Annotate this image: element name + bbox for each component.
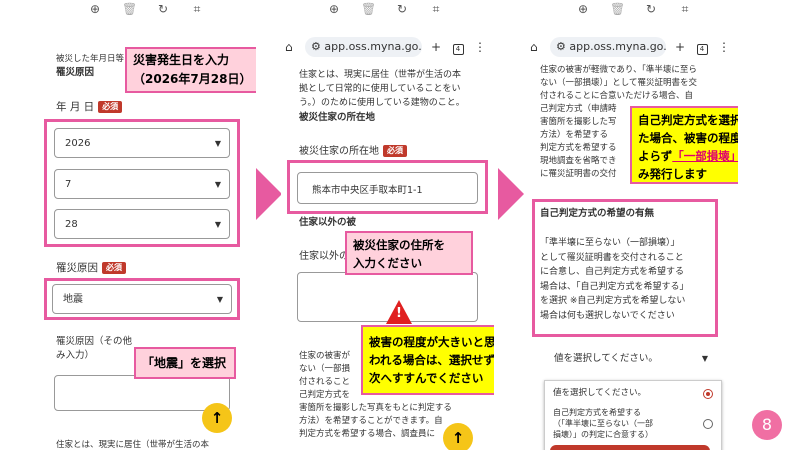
callout-date-line1: 災害発生日を入力 xyxy=(133,53,230,67)
home-icon[interactable]: ⌂ xyxy=(285,40,301,54)
callout-self-assessment-note: 自己判定方式を選択し た場合、被害の程度に よらず「一部損壊」での み発行します xyxy=(630,106,738,184)
scroll-top-button[interactable]: ↑ xyxy=(443,423,473,450)
select-placeholder: 値を選択してください。 xyxy=(554,353,658,364)
other-cause-label-line1: 罹災原因（その他 xyxy=(56,336,133,347)
scroll-top-button[interactable]: ↑ xyxy=(202,403,232,433)
tab-switcher-icon[interactable]: 4 xyxy=(450,40,466,55)
url-field[interactable]: ⚙ app.oss.myna.go.jp xyxy=(305,37,422,57)
callout-warn-line2: われる場合は、選択せずに xyxy=(369,353,494,367)
callout-cause-instruction: 「地震」を選択 xyxy=(134,347,236,379)
radio-unselected-icon xyxy=(703,419,713,429)
section-header-line2: 罹災原因 xyxy=(56,67,95,78)
zoom-in-icon[interactable]: ⊕ xyxy=(88,2,102,20)
new-tab-icon[interactable]: + xyxy=(672,40,688,54)
callout-date-instruction: 災害発生日を入力 （2026年7月28日） xyxy=(125,47,256,93)
screen-panel-2: ⊕ 🗑 ↻ ⌗ ⌂ ⚙ app.oss.myna.go.jp + 4 ⋮ 住家と… xyxy=(281,0,494,450)
callout-warn-line1: 被害の程度が大きいと思 xyxy=(369,335,494,349)
cause-label: 罹災原因 必須 xyxy=(56,261,126,275)
arrow-up-icon: ↑ xyxy=(451,429,465,447)
caret-down-icon: ▼ xyxy=(701,354,708,363)
crop-icon[interactable]: ⌗ xyxy=(429,2,443,20)
self-assessment-highlight-frame xyxy=(532,199,718,337)
trash-icon[interactable]: 🗑 xyxy=(122,2,137,20)
screen-panel-3: ⊕ 🗑 ↻ ⌗ ⌂ ⚙ app.oss.myna.go.jp + 4 ⋮ 住家の… xyxy=(526,0,738,450)
trash-icon[interactable]: 🗑 xyxy=(361,2,376,20)
callout-sa-line4: み発行します xyxy=(638,167,707,181)
image-toolbar: ⊕ 🗑 ↻ ⌗ xyxy=(88,2,204,20)
url-field[interactable]: ⚙ app.oss.myna.go.jp xyxy=(550,37,666,57)
required-badge: 必須 xyxy=(383,145,407,157)
new-tab-icon[interactable]: + xyxy=(428,40,444,54)
more-menu-icon[interactable]: ⋮ xyxy=(472,40,488,54)
date-label: 年 月 日必須 xyxy=(56,100,123,114)
more-menu-icon[interactable]: ⋮ xyxy=(716,40,732,54)
other-cause-input[interactable] xyxy=(54,375,230,411)
callout-date-line2: （2026年7月28日） xyxy=(133,72,252,86)
callout-sa-line2: た場合、被害の程度に xyxy=(638,131,738,145)
intro-text-line3: う。）のために使用している建物のこと。 xyxy=(299,98,465,108)
cause-highlight-frame xyxy=(44,278,240,320)
self-assessment-select[interactable]: 値を選択してください。 ▼ xyxy=(544,344,716,374)
flow-arrow-icon xyxy=(498,168,524,220)
intro-text-line1: 住家とは、現実に居住（世帯が生活の本 xyxy=(299,70,462,80)
callout-warn-line3: 次へすすんでください xyxy=(369,371,484,385)
image-toolbar: ⊕ 🗑 ↻ ⌗ xyxy=(576,2,692,20)
browser-address-bar: ⌂ ⚙ app.oss.myna.go.jp + 4 ⋮ xyxy=(281,34,494,60)
crop-icon[interactable]: ⌗ xyxy=(190,2,204,20)
required-badge: 必須 xyxy=(102,262,126,274)
rotate-icon[interactable]: ↻ xyxy=(156,2,170,20)
callout-address-line2: 入力ください xyxy=(353,256,422,270)
crop-icon[interactable]: ⌗ xyxy=(678,2,692,20)
residence-definition-text: 住家とは、現実に居住（世帯が生活の本 xyxy=(56,440,210,450)
exclamation-icon: ! xyxy=(396,306,402,321)
zoom-in-icon[interactable]: ⊕ xyxy=(327,2,341,20)
tab-switcher-icon[interactable]: 4 xyxy=(694,40,710,55)
trash-icon[interactable]: 🗑 xyxy=(610,2,625,20)
address-highlight-frame xyxy=(287,160,488,214)
dropdown-option-placeholder[interactable]: 値を選択してください。 xyxy=(545,381,721,405)
intro-text-line2: 拠として日常的に使用していることをい xyxy=(299,84,461,94)
radio-selected-icon xyxy=(703,389,713,399)
dropdown-option-self-assessment[interactable]: 自己判定方式を希望する （「準半壊に至らない（一部 損壊）」の判定に合意する） xyxy=(545,405,721,442)
other-building-section-title: 住家以外の被 xyxy=(299,217,357,228)
site-settings-icon[interactable]: ⚙ xyxy=(556,40,566,53)
browser-address-bar: ⌂ ⚙ app.oss.myna.go.jp + 4 ⋮ xyxy=(526,34,738,60)
date-highlight-frame xyxy=(44,119,240,247)
home-icon[interactable]: ⌂ xyxy=(530,40,546,54)
required-badge: 必須 xyxy=(98,101,123,113)
arrow-up-icon: ↑ xyxy=(210,409,224,427)
callout-sa-line3: よらず「一部損壊」での xyxy=(638,149,738,163)
rotate-icon[interactable]: ↻ xyxy=(644,2,658,20)
address-section-title: 被災住家の所在地 xyxy=(299,112,376,123)
screen-panel-1: ⊕ 🗑 ↻ ⌗ 被災した年月日等 罹災原因 年 月 日必須 2026 ▼ 7 ▼ 2… xyxy=(40,0,256,450)
flow-arrow-icon xyxy=(256,168,282,220)
select-dropdown-menu: 値を選択してください。 自己判定方式を希望する （「準半壊に至らない（一部 損壊… xyxy=(544,380,722,450)
page-number-badge: 8 xyxy=(752,410,782,440)
image-toolbar: ⊕ 🗑 ↻ ⌗ xyxy=(327,2,443,20)
site-settings-icon[interactable]: ⚙ xyxy=(311,40,321,53)
zoom-in-icon[interactable]: ⊕ xyxy=(576,2,590,20)
next-button-partial[interactable] xyxy=(550,445,710,450)
callout-warning-skip: 被害の程度が大きいと思 われる場合は、選択せずに 次へすすんでください xyxy=(361,325,494,395)
other-cause-label-line2: み入力） xyxy=(56,350,95,361)
rotate-icon[interactable]: ↻ xyxy=(395,2,409,20)
section-header-line1: 被災した年月日等 xyxy=(56,54,125,64)
other-building-label: 住家以外の xyxy=(299,251,349,262)
callout-address-instruction: 被災住家の住所を 入力ください xyxy=(345,231,473,275)
callout-sa-line1: 自己判定方式を選択し xyxy=(638,113,738,127)
callout-address-line1: 被災住家の住所を xyxy=(353,238,445,252)
address-label: 被災住家の所在地 必須 xyxy=(299,145,407,159)
